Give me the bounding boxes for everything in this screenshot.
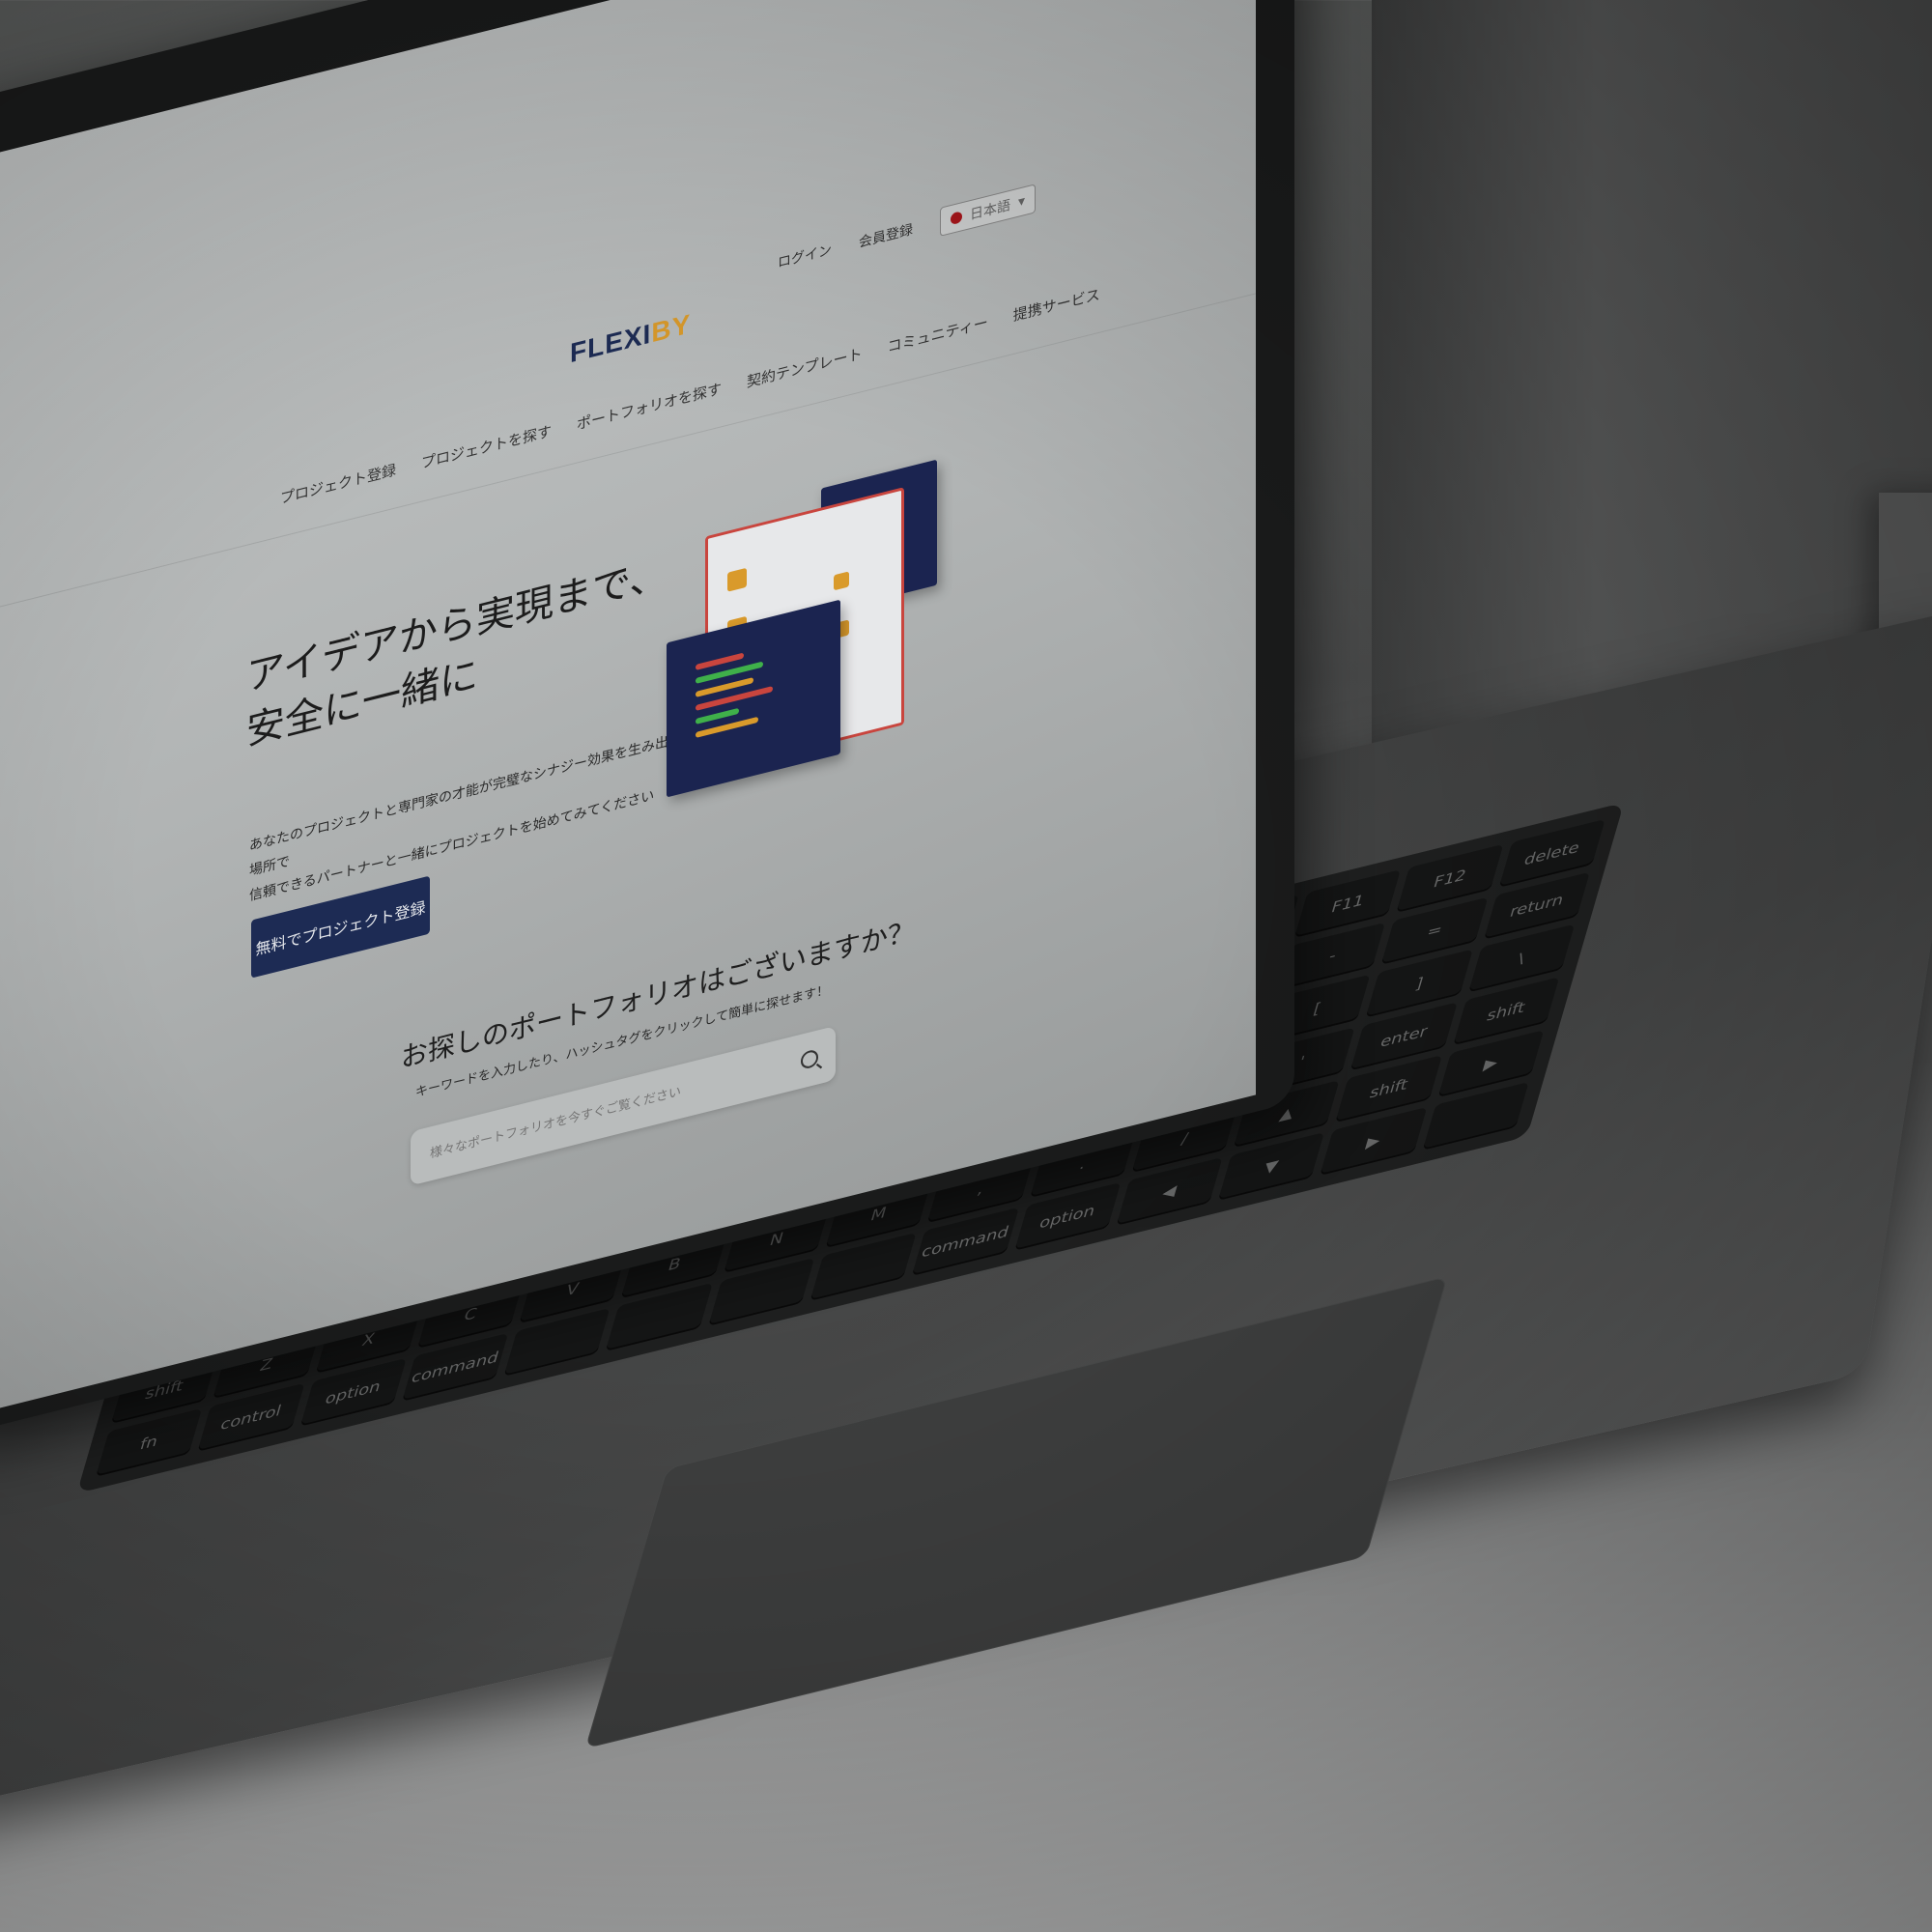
search-icon[interactable] — [801, 1048, 818, 1070]
logo-text-flexi: FLEXI — [570, 318, 652, 369]
register-link[interactable]: 会員登録 — [859, 219, 913, 252]
keyboard-key: delete — [1498, 818, 1605, 888]
japan-flag-icon — [951, 211, 962, 226]
keyboard-key: option — [299, 1358, 407, 1427]
keyboard-key: option — [1013, 1182, 1122, 1251]
logo-text-by: BY — [651, 308, 692, 349]
chevron-down-icon: ▾ — [1018, 192, 1026, 211]
top-links: ログイン 会員登録 日本語 ▾ — [778, 184, 1037, 277]
keyboard-key: F11 — [1294, 868, 1402, 938]
code-window-front — [667, 599, 840, 798]
nav-item-community[interactable]: コミュニティー — [888, 312, 988, 357]
nav-item-partner-services[interactable]: 提携サービス — [1013, 284, 1100, 326]
nav-item-find-projects[interactable]: プロジェクトを探す — [421, 420, 552, 473]
language-selector[interactable]: 日本語 ▾ — [940, 184, 1037, 237]
login-link[interactable]: ログイン — [778, 240, 832, 272]
hero-illustration — [667, 450, 976, 817]
nav-item-contract-templates[interactable]: 契約テンプレート — [747, 343, 863, 392]
language-label: 日本語 — [970, 197, 1010, 224]
hero-description: あなたのプロジェクトと専門家の才能が完璧なシナジー効果を生み出す場所で 信頼でき… — [249, 723, 694, 909]
keyboard-key: F12 — [1396, 843, 1504, 913]
portfolio-section-title: お探しのポートフォリオはございますか？ — [401, 914, 916, 1075]
hero-title: アイデアから実現まで、 安全に一緒に — [246, 546, 668, 759]
thumb-icon — [834, 571, 849, 591]
site-logo[interactable]: FLEXIBY — [570, 308, 691, 369]
nav-item-project-register[interactable]: プロジェクト登録 — [280, 459, 396, 508]
nav-item-find-portfolios[interactable]: ポートフォリオを探す — [577, 378, 722, 434]
thumb-icon — [727, 567, 747, 592]
